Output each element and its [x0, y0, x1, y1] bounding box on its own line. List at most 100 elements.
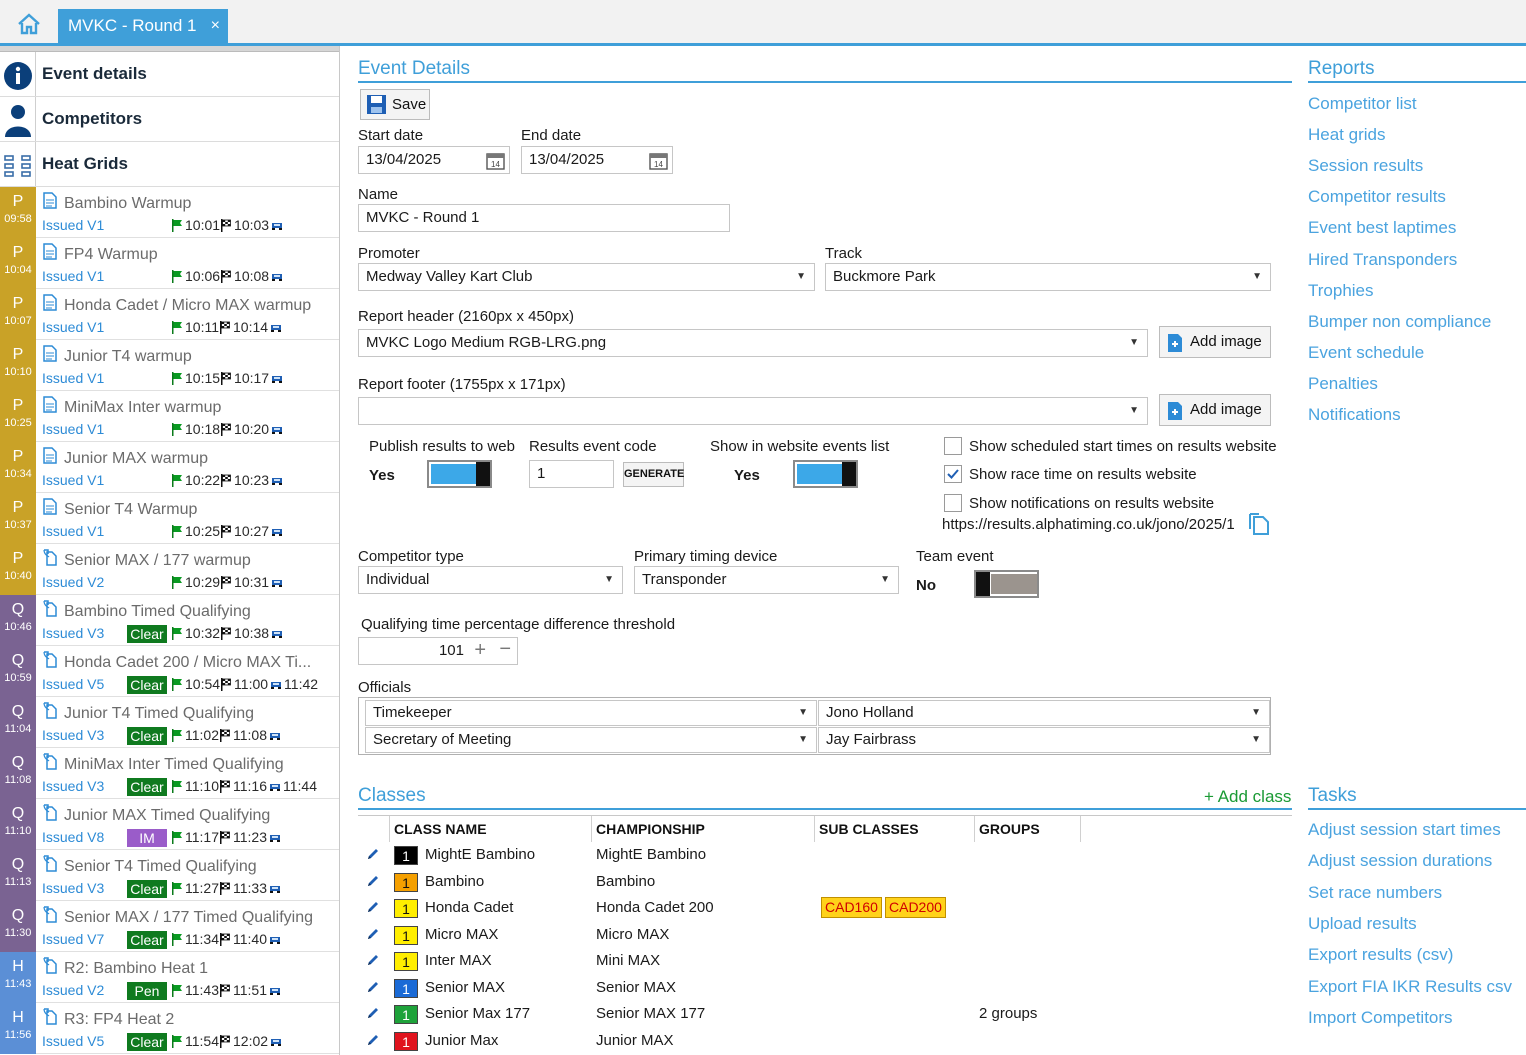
column-header[interactable]: CLASS NAME	[394, 821, 487, 837]
calendar-icon[interactable]: 14	[649, 151, 668, 170]
session-issued-version[interactable]: Issued V7	[42, 931, 104, 947]
session-item[interactable]: P 10:04 FP4 Warmup Issued V1 10:06 10:08	[0, 238, 339, 289]
session-issued-version[interactable]: Issued V1	[42, 217, 104, 233]
save-button[interactable]: Save	[360, 89, 430, 120]
report-footer-select[interactable]: ▼	[358, 397, 1148, 425]
copy-icon[interactable]	[1248, 512, 1270, 536]
class-row[interactable]: 1 Bambino Bambino	[358, 869, 1292, 896]
official-person-select[interactable]: Jono Holland ▼	[818, 700, 1270, 726]
session-item[interactable]: Q 10:59 Honda Cadet 200 / Micro MAX Ti... I…	[0, 646, 339, 697]
show-list-toggle[interactable]	[793, 460, 858, 488]
session-item[interactable]: P 10:10 Junior T4 warmup Issued V1 10:15 10:1…	[0, 340, 339, 391]
pencil-icon[interactable]	[366, 847, 380, 861]
team-event-toggle[interactable]	[974, 570, 1039, 598]
session-item[interactable]: Q 10:46 Bambino Timed Qualifying Issued V3 C…	[0, 595, 339, 646]
session-issued-version[interactable]: Issued V5	[42, 1033, 104, 1049]
session-issued-version[interactable]: Issued V2	[42, 574, 104, 590]
event-code-input[interactable]: 1	[529, 460, 614, 488]
official-person-select[interactable]: Jay Fairbrass ▼	[818, 727, 1270, 753]
session-item[interactable]: Q 11:10 Junior MAX Timed Qualifying Issued …	[0, 799, 339, 850]
report-link[interactable]: Heat grids	[1308, 125, 1385, 145]
nav-event-details[interactable]: Event details	[0, 52, 339, 97]
class-row[interactable]: 1 Inter MAX Mini MAX	[358, 948, 1292, 975]
track-select[interactable]: Buckmore Park ▼	[825, 263, 1271, 291]
add-footer-image-button[interactable]: Add image	[1159, 394, 1271, 426]
publish-toggle[interactable]	[427, 460, 492, 488]
start-date-picker[interactable]: 13/04/2025 14	[358, 146, 510, 174]
task-link[interactable]: Export FIA IKR Results csv	[1308, 977, 1512, 997]
session-issued-version[interactable]: Issued V1	[42, 472, 104, 488]
session-issued-version[interactable]: Issued V3	[42, 727, 104, 743]
class-row[interactable]: 1 Junior Max Junior MAX	[358, 1028, 1292, 1055]
scheduled-start-checkbox[interactable]	[944, 437, 962, 455]
pencil-icon[interactable]	[366, 927, 380, 941]
calendar-icon[interactable]: 14	[486, 151, 505, 170]
nav-competitors[interactable]: Competitors	[0, 97, 339, 142]
task-link[interactable]: Set race numbers	[1308, 883, 1442, 903]
end-date-picker[interactable]: 13/04/2025 14	[521, 146, 673, 174]
pencil-icon[interactable]	[366, 1006, 380, 1020]
report-header-select[interactable]: MVKC Logo Medium RGB-LRG.png ▼	[358, 329, 1148, 357]
session-issued-version[interactable]: Issued V1	[42, 421, 104, 437]
add-class-link[interactable]: + Add class	[1204, 787, 1291, 807]
tab-event[interactable]: MVKC - Round 1 ×	[58, 9, 228, 43]
report-link[interactable]: Trophies	[1308, 281, 1374, 301]
column-header[interactable]: CHAMPIONSHIP	[596, 821, 705, 837]
notifications-checkbox[interactable]	[944, 494, 962, 512]
report-link[interactable]: Event best laptimes	[1308, 218, 1456, 238]
session-issued-version[interactable]: Issued V5	[42, 676, 104, 692]
add-header-image-button[interactable]: Add image	[1159, 326, 1271, 358]
qual-threshold-stepper[interactable]: 101 + −	[358, 637, 518, 665]
plus-icon[interactable]: +	[474, 638, 486, 663]
class-row[interactable]: 1 Micro MAX Micro MAX	[358, 922, 1292, 949]
nav-heat-grids[interactable]: Heat Grids	[0, 142, 339, 187]
official-role-select[interactable]: Secretary of Meeting ▼	[365, 727, 817, 753]
promoter-select[interactable]: Medway Valley Kart Club ▼	[358, 263, 815, 291]
pencil-icon[interactable]	[366, 900, 380, 914]
session-issued-version[interactable]: Issued V3	[42, 778, 104, 794]
session-issued-version[interactable]: Issued V3	[42, 625, 104, 641]
class-row[interactable]: 1 MightE Bambino MightE Bambino	[358, 842, 1292, 869]
task-link[interactable]: Import Competitors	[1308, 1008, 1453, 1028]
report-link[interactable]: Hired Transponders	[1308, 250, 1457, 270]
pencil-icon[interactable]	[366, 980, 380, 994]
task-link[interactable]: Export results (csv)	[1308, 945, 1453, 965]
session-item[interactable]: P 10:40 Senior MAX / 177 warmup Issued V2 10…	[0, 544, 339, 595]
competitor-type-select[interactable]: Individual ▼	[358, 566, 623, 594]
race-time-checkbox[interactable]	[944, 465, 962, 483]
task-link[interactable]: Adjust session start times	[1308, 820, 1501, 840]
task-link[interactable]: Upload results	[1308, 914, 1417, 934]
tab-close-button[interactable]: ×	[211, 9, 220, 43]
report-link[interactable]: Competitor results	[1308, 187, 1446, 207]
task-link[interactable]: Adjust session durations	[1308, 851, 1492, 871]
column-header[interactable]: SUB CLASSES	[819, 821, 919, 837]
session-item[interactable]: Q 11:13 Senior T4 Timed Qualifying Issued V…	[0, 850, 339, 901]
session-item[interactable]: P 10:37 Senior T4 Warmup Issued V1 10:25 10:2…	[0, 493, 339, 544]
class-row[interactable]: 1 Senior Max 177 Senior MAX 177 2 groups	[358, 1001, 1292, 1028]
session-item[interactable]: H 11:43 R2: Bambino Heat 1 Issued V2 Pen 11:4…	[0, 952, 339, 1003]
session-item[interactable]: P 09:58 Bambino Warmup Issued V1 10:01 10:03	[0, 187, 339, 238]
official-role-select[interactable]: Timekeeper ▼	[365, 700, 817, 726]
session-item[interactable]: Q 11:04 Junior T4 Timed Qualifying Issued V…	[0, 697, 339, 748]
session-item[interactable]: H 11:56 R3: FP4 Heat 2 Issued V5 Clear 11:54 1…	[0, 1003, 339, 1054]
report-link[interactable]: Penalties	[1308, 374, 1378, 394]
column-header[interactable]: GROUPS	[979, 821, 1040, 837]
session-issued-version[interactable]: Issued V2	[42, 982, 104, 998]
class-row[interactable]: 1 Honda Cadet Honda Cadet 200 CAD160 CAD200	[358, 895, 1292, 922]
session-item[interactable]: P 10:07 Honda Cadet / Micro MAX warmup Issu…	[0, 289, 339, 340]
minus-icon[interactable]: −	[499, 638, 511, 662]
report-link[interactable]: Competitor list	[1308, 94, 1417, 114]
report-link[interactable]: Bumper non compliance	[1308, 312, 1491, 332]
session-issued-version[interactable]: Issued V3	[42, 880, 104, 896]
name-input[interactable]: MVKC - Round 1	[358, 204, 730, 232]
home-button[interactable]	[16, 12, 42, 36]
session-item[interactable]: Q 11:08 MiniMax Inter Timed Qualifying Issu…	[0, 748, 339, 799]
pencil-icon[interactable]	[366, 874, 380, 888]
timing-device-select[interactable]: Transponder ▼	[634, 566, 899, 594]
session-issued-version[interactable]: Issued V8	[42, 829, 104, 845]
report-link[interactable]: Event schedule	[1308, 343, 1424, 363]
pencil-icon[interactable]	[366, 1033, 380, 1047]
report-link[interactable]: Session results	[1308, 156, 1423, 176]
session-issued-version[interactable]: Issued V1	[42, 523, 104, 539]
session-item[interactable]: P 10:25 MiniMax Inter warmup Issued V1 10:18…	[0, 391, 339, 442]
